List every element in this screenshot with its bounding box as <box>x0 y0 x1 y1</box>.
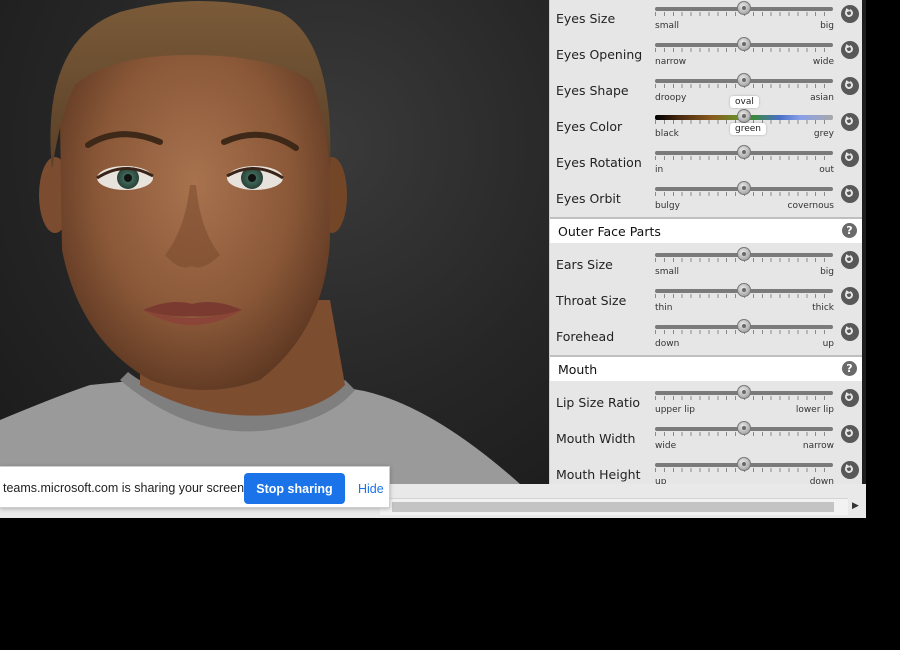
slider-knob[interactable] <box>737 319 751 333</box>
slider-min-label: down <box>655 339 680 349</box>
mouth-section: Lip Size Ratio upper lip lower lip Mouth Wi… <box>550 385 863 484</box>
slider-min-label: in <box>655 165 664 175</box>
panel-edge <box>862 0 866 484</box>
reset-icon[interactable] <box>841 5 859 23</box>
slider-min-label: up <box>655 477 667 484</box>
slider-row: Eyes Opening narrow wide <box>550 37 863 73</box>
slider-label: Throat Size <box>556 293 627 308</box>
eyes-section: Eyes Size small big Eyes Opening narrow wide E… <box>550 1 863 217</box>
section-title: Mouth <box>558 362 598 377</box>
slider-max-label: wide <box>812 57 834 67</box>
slider-knob[interactable] <box>737 73 751 87</box>
section-title: Outer Face Parts <box>558 224 661 239</box>
share-message: teams.microsoft.com is sharing your scre… <box>3 481 248 495</box>
slider-row: Lip Size Ratio upper lip lower lip <box>550 385 863 421</box>
reset-icon[interactable] <box>841 113 859 131</box>
morph-settings-panel: Eyes Size small big Eyes Opening narrow wide E… <box>549 0 863 484</box>
slider-knob[interactable] <box>737 421 751 435</box>
slider-knob[interactable] <box>737 145 751 159</box>
slider-label: Eyes Shape <box>556 83 629 98</box>
help-icon[interactable]: ? <box>842 361 857 376</box>
slider-label: Eyes Color <box>556 119 623 134</box>
slider-row: Mouth Width wide narrow <box>550 421 863 457</box>
slider-max-label: thick <box>812 303 834 313</box>
character-viewport[interactable] <box>0 0 549 484</box>
slider-row: Eyes Shape oval droopy asian <box>550 73 863 109</box>
slider-max-label: narrow <box>802 441 834 451</box>
reset-icon[interactable] <box>841 77 859 95</box>
slider-max-label: up <box>822 339 834 349</box>
slider-label: Eyes Size <box>556 11 616 26</box>
reset-icon[interactable] <box>841 149 859 167</box>
slider-max-label: asian <box>810 93 834 103</box>
slider-max-label: down <box>809 477 834 484</box>
slider-min-label: droopy <box>655 93 687 103</box>
slider-label: Mouth Height <box>556 467 641 482</box>
slider-max-label: out <box>819 165 834 175</box>
slider-row: Ears Size small big <box>550 247 863 283</box>
character-face-render <box>0 1 520 484</box>
slider-label: Eyes Rotation <box>556 155 642 170</box>
slider-row: Forehead down up <box>550 319 863 355</box>
slider-knob[interactable] <box>737 37 751 51</box>
slider-row: Eyes Size small big <box>550 1 863 37</box>
slider-min-label: narrow <box>655 57 687 67</box>
reset-icon[interactable] <box>841 461 859 479</box>
slider-knob[interactable] <box>737 247 751 261</box>
slider-row: Eyes Color green black grey <box>550 109 863 145</box>
reset-icon[interactable] <box>841 185 859 203</box>
slider-max-label: lower lip <box>795 405 834 415</box>
outer-face-section: Ears Size small big Throat Size thin thick For… <box>550 247 863 355</box>
section-header-mouth: Mouth ? <box>550 355 863 381</box>
slider-knob[interactable] <box>737 283 751 297</box>
scroll-right-arrow-icon[interactable]: ▶ <box>852 501 859 511</box>
hide-button[interactable]: Hide <box>352 473 384 504</box>
slider-max-label: covernous <box>787 201 834 211</box>
slider-label: Lip Size Ratio <box>556 395 641 410</box>
reset-icon[interactable] <box>841 41 859 59</box>
slider-max-label: grey <box>813 129 834 139</box>
help-icon[interactable]: ? <box>842 223 857 238</box>
slider-min-label: thin <box>655 303 673 313</box>
slider-row: Throat Size thin thick <box>550 283 863 319</box>
slider-label: Eyes Orbit <box>556 191 621 206</box>
reset-icon[interactable] <box>841 425 859 443</box>
slider-min-label: upper lip <box>655 405 695 415</box>
slider-label: Ears Size <box>556 257 613 272</box>
slider-min-label: small <box>655 267 679 277</box>
section-header-outer-face: Outer Face Parts ? <box>550 217 863 243</box>
slider-row: Eyes Orbit bulgy covernous <box>550 181 863 217</box>
slider-knob[interactable] <box>737 457 751 471</box>
reset-icon[interactable] <box>841 251 859 269</box>
screen-share-bar: teams.microsoft.com is sharing your scre… <box>0 466 390 508</box>
slider-value-tooltip: green <box>730 123 766 135</box>
slider-max-label: big <box>820 21 834 31</box>
slider-row: Mouth Height up down <box>550 457 863 484</box>
slider-max-label: big <box>820 267 834 277</box>
slider-min-label: black <box>655 129 679 139</box>
slider-min-label: small <box>655 21 679 31</box>
slider-label: Eyes Opening <box>556 47 643 62</box>
reset-icon[interactable] <box>841 287 859 305</box>
slider-knob[interactable] <box>737 1 751 15</box>
stop-sharing-button[interactable]: Stop sharing <box>244 473 345 504</box>
slider-min-label: wide <box>655 441 677 451</box>
reset-icon[interactable] <box>841 323 859 341</box>
slider-knob[interactable] <box>737 181 751 195</box>
slider-knob[interactable] <box>737 385 751 399</box>
slider-label: Mouth Width <box>556 431 636 446</box>
slider-label: Forehead <box>556 329 615 344</box>
slider-row: Eyes Rotation in out <box>550 145 863 181</box>
slider-min-label: bulgy <box>655 201 680 211</box>
slider-value-tooltip: oval <box>730 96 759 108</box>
scrollbar-thumb[interactable] <box>392 502 834 512</box>
reset-icon[interactable] <box>841 389 859 407</box>
slider-knob[interactable] <box>737 109 751 123</box>
